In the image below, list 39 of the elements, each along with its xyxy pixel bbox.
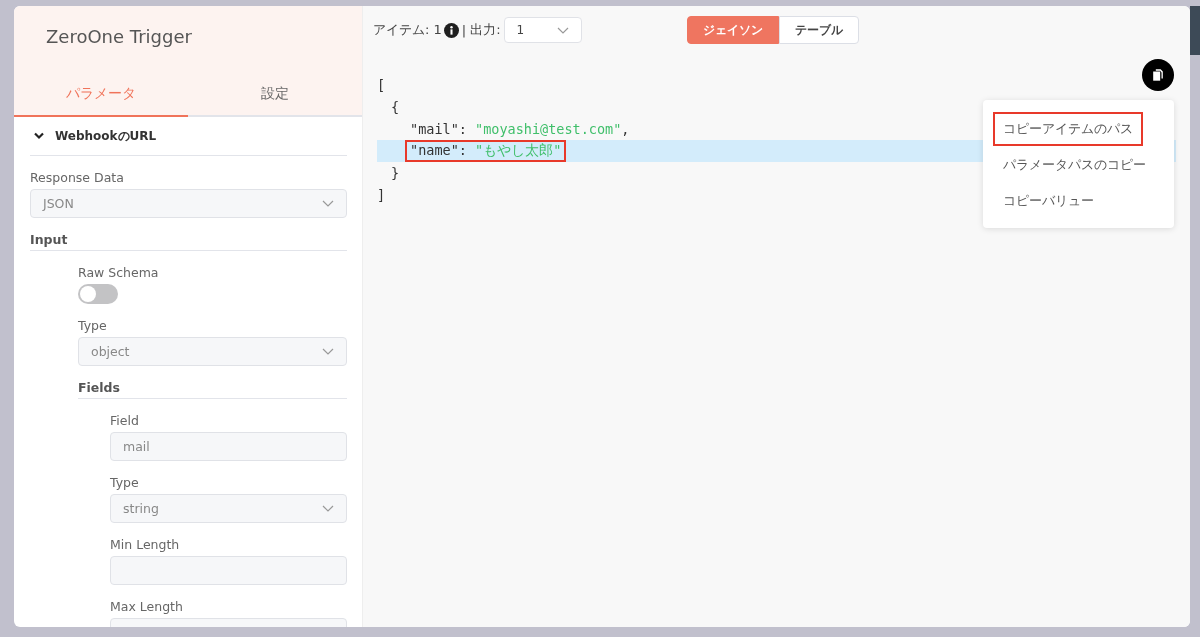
code-line[interactable]: "mail": "moyashi@test.com", bbox=[377, 118, 639, 140]
input-field[interactable] bbox=[110, 556, 347, 585]
chevron-down-icon bbox=[322, 348, 334, 355]
info-icon[interactable] bbox=[443, 22, 459, 38]
view-toggle[interactable]: テーブル bbox=[778, 16, 859, 44]
json-entry: "name": "もやし太郎" bbox=[405, 140, 567, 162]
field-label: Raw Schema bbox=[78, 265, 160, 280]
section-title: WebhookのURL bbox=[55, 127, 157, 145]
json-bracket: ] bbox=[377, 187, 386, 203]
node-title: ZeroOne Trigger bbox=[45, 25, 193, 49]
copy-icon bbox=[1151, 68, 1165, 82]
item-count: アイテム: 1 bbox=[373, 21, 442, 39]
group-heading: Fields bbox=[78, 380, 347, 399]
section-header[interactable]: WebhookのURL bbox=[30, 117, 347, 156]
chevron-down-icon bbox=[322, 505, 334, 512]
json-bracket: [ bbox=[377, 77, 386, 93]
output-label: 出力: bbox=[470, 21, 501, 39]
field-label: Type bbox=[110, 475, 140, 490]
field-label: Max Length bbox=[110, 599, 184, 614]
copy-button[interactable] bbox=[1142, 59, 1174, 91]
toggle-switch[interactable] bbox=[78, 284, 118, 304]
output-dropdown[interactable]: 1 bbox=[503, 17, 582, 43]
field-label: Field bbox=[110, 413, 140, 428]
field-label: Type bbox=[78, 318, 108, 333]
field-label: Min Length bbox=[110, 537, 181, 552]
separator: | bbox=[461, 22, 467, 38]
menu-item[interactable]: コピーバリュー bbox=[993, 184, 1104, 218]
chevron-down-icon bbox=[322, 200, 334, 207]
field-label: Response Data bbox=[30, 170, 125, 185]
panel-tab[interactable]: 設定 bbox=[188, 72, 362, 117]
json-bracket: } bbox=[391, 165, 400, 181]
dropdown[interactable]: string bbox=[110, 494, 347, 523]
group-heading: Input bbox=[30, 232, 347, 251]
menu-item[interactable]: コピーアイテムのパス bbox=[993, 112, 1143, 146]
json-entry: "mail": "moyashi@test.com", bbox=[409, 120, 631, 139]
json-bracket: { bbox=[391, 99, 400, 115]
scrollbar-thumb[interactable] bbox=[1190, 6, 1200, 55]
chevron-down-icon bbox=[34, 132, 44, 140]
chevron-down-icon bbox=[556, 26, 569, 34]
